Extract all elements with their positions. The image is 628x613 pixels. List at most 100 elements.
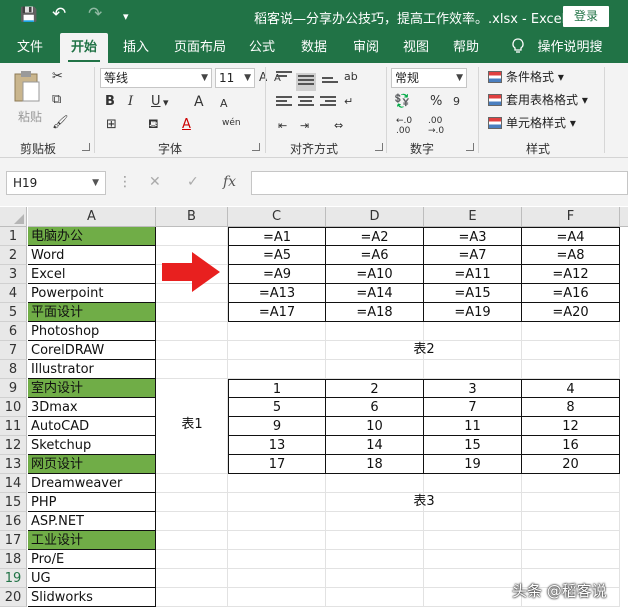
cell-f11[interactable]: 12 [522, 417, 620, 436]
row-header-9[interactable]: 9 [0, 379, 27, 398]
cell-e12[interactable]: 15 [424, 436, 522, 455]
cell-c19[interactable] [228, 569, 326, 588]
row-header-7[interactable]: 7 [0, 341, 27, 360]
cell-c4[interactable]: =A13 [228, 284, 326, 303]
cell-b13[interactable] [156, 455, 228, 474]
percent-button[interactable]: % [430, 92, 442, 112]
cell-b19[interactable] [156, 569, 228, 588]
middle-align-icon[interactable] [296, 73, 316, 91]
cell-d6[interactable] [326, 322, 424, 341]
cell-a20[interactable]: Slidworks [28, 588, 156, 607]
alignment-launcher-icon[interactable] [375, 143, 383, 151]
cell-d14[interactable] [326, 474, 424, 493]
column-header-a[interactable]: A [28, 207, 156, 227]
merge-center-icon[interactable]: ⇔ [334, 116, 343, 136]
currency-icon[interactable]: 💱 [394, 92, 410, 112]
cell-a18[interactable]: Pro/E [28, 550, 156, 569]
enter-icon[interactable]: ✓ [187, 174, 199, 190]
cell-b12[interactable] [156, 436, 228, 455]
cell-f10[interactable]: 8 [522, 398, 620, 417]
fill-color-icon[interactable]: ⛾ [148, 115, 159, 135]
row-header-12[interactable]: 12 [0, 436, 27, 455]
formula-input[interactable] [251, 171, 628, 195]
cell-b9[interactable] [156, 379, 228, 398]
tab-data[interactable]: 数据 [294, 33, 334, 63]
cell-b1[interactable] [156, 227, 228, 246]
tab-file[interactable]: 文件 [10, 33, 50, 63]
cell-d2[interactable]: =A6 [326, 246, 424, 265]
cell-a6[interactable]: Photoshop [28, 322, 156, 341]
font-size-dropdown[interactable]: 11 ▼ [215, 68, 255, 88]
cell-d20[interactable] [326, 588, 424, 607]
format-painter-icon[interactable]: 🖌 [52, 113, 69, 133]
cut-icon[interactable]: ✂ [52, 67, 63, 87]
cell-d9[interactable]: 2 [326, 379, 424, 398]
cell-a12[interactable]: Sketchup [28, 436, 156, 455]
cell-a2[interactable]: Word [28, 246, 156, 265]
cell-f5[interactable]: =A20 [522, 303, 620, 322]
cell-e4[interactable]: =A15 [424, 284, 522, 303]
cell-a13[interactable]: 网页设计 [28, 455, 156, 474]
cell-b5[interactable] [156, 303, 228, 322]
cell-b15[interactable] [156, 493, 228, 512]
tab-review[interactable]: 审阅 [346, 33, 386, 63]
row-header-17[interactable]: 17 [0, 531, 27, 550]
tab-help[interactable]: 帮助 [446, 33, 486, 63]
formula-bar-grip-icon[interactable]: ⋮ [118, 174, 132, 190]
cell-a14[interactable]: Dreamweaver [28, 474, 156, 493]
cell-e5[interactable]: =A19 [424, 303, 522, 322]
cell-e6[interactable] [424, 322, 522, 341]
borders-icon[interactable]: ⊞ [106, 115, 117, 135]
cell-a11[interactable]: AutoCAD [28, 417, 156, 436]
cell-c13[interactable]: 17 [228, 455, 326, 474]
cell-e8[interactable] [424, 360, 522, 379]
column-header-c[interactable]: C [228, 207, 326, 227]
cell-c17[interactable] [228, 531, 326, 550]
row-header-6[interactable]: 6 [0, 322, 27, 341]
cell-f7[interactable] [522, 341, 620, 360]
row-header-3[interactable]: 3 [0, 265, 27, 284]
cell-c2[interactable]: =A5 [228, 246, 326, 265]
tab-home[interactable]: 开始 [60, 33, 108, 63]
decrease-decimal-button[interactable]: .00 →.0 [428, 116, 444, 136]
cell-b7[interactable] [156, 341, 228, 360]
cell-f4[interactable]: =A16 [522, 284, 620, 303]
cell-a4[interactable]: Powerpoint [28, 284, 156, 303]
shrink-font-button[interactable]: A [220, 94, 228, 114]
row-header-8[interactable]: 8 [0, 360, 27, 379]
name-box[interactable]: H19 ▼ [6, 171, 106, 195]
number-format-dropdown[interactable]: 常规 ▼ [391, 68, 467, 88]
column-header-d[interactable]: D [326, 207, 424, 227]
cell-f2[interactable]: =A8 [522, 246, 620, 265]
cell-a5[interactable]: 平面设计 [28, 303, 156, 322]
cell-c15[interactable] [228, 493, 326, 512]
font-color-button[interactable]: A [182, 115, 191, 135]
cell-c7[interactable] [228, 341, 326, 360]
cell-a10[interactable]: 3Dmax [28, 398, 156, 417]
cell-f3[interactable]: =A12 [522, 265, 620, 284]
cell-f13[interactable]: 20 [522, 455, 620, 474]
cell-d11[interactable]: 10 [326, 417, 424, 436]
cell-e10[interactable]: 7 [424, 398, 522, 417]
wrap-text-icon[interactable]: ↵ [344, 92, 353, 112]
tell-me-search[interactable]: 操作说明搜索 [532, 33, 608, 85]
cell-d12[interactable]: 14 [326, 436, 424, 455]
font-name-dropdown[interactable]: 等线 ▼ [100, 68, 212, 88]
cell-d17[interactable] [326, 531, 424, 550]
orientation-icon[interactable]: ab [344, 67, 358, 87]
cell-f9[interactable]: 4 [522, 379, 620, 398]
cell-b14[interactable] [156, 474, 228, 493]
row-header-20[interactable]: 20 [0, 588, 27, 607]
cell-c16[interactable] [228, 512, 326, 531]
format-as-table-button[interactable]: 套用表格格式 ▾ [488, 90, 588, 110]
cell-c5[interactable]: =A17 [228, 303, 326, 322]
bold-button[interactable]: B [105, 92, 115, 112]
cell-f8[interactable] [522, 360, 620, 379]
cell-c3[interactable]: =A9 [228, 265, 326, 284]
comma-style-button[interactable]: 9 [453, 92, 460, 112]
tab-insert[interactable]: 插入 [116, 33, 156, 63]
cell-f17[interactable] [522, 531, 620, 550]
cell-f16[interactable] [522, 512, 620, 531]
cell-c20[interactable] [228, 588, 326, 607]
chevron-down-icon[interactable]: ▾ [163, 93, 169, 113]
